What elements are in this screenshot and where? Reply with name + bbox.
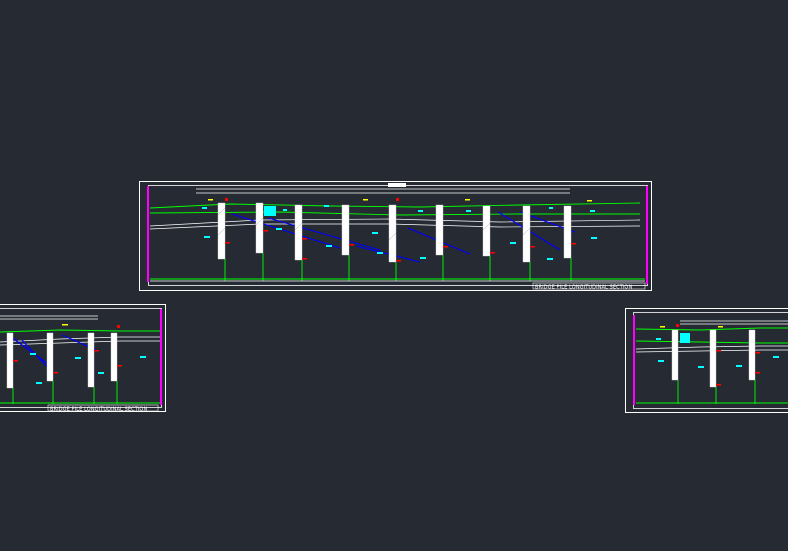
ground-surface-line [0, 329, 160, 333]
pile [46, 332, 54, 382]
stratum-line [267, 217, 381, 251]
pile [748, 329, 756, 381]
stratum-line [355, 245, 421, 263]
ground-surface-line [635, 327, 788, 331]
yellow-markers [208, 199, 592, 202]
pile [87, 332, 95, 388]
pile [341, 204, 350, 256]
pile [388, 204, 397, 263]
title-block-text: BRIDGE PILE LONGITUDINAL SECTION [50, 407, 147, 413]
drawing-sheet-left[interactable]: BRIDGE PILE LONGITUDINAL SECTION [0, 304, 166, 413]
pile [110, 332, 118, 382]
pile [435, 204, 444, 256]
pile [709, 329, 717, 388]
title-block: BRIDGE PILE LONGITUDINAL SECTION [532, 282, 646, 291]
pile [563, 205, 572, 259]
pile-legs [224, 253, 572, 281]
title-block-text: BRIDGE PILE LONGITUDINAL SECTION [535, 285, 632, 291]
cad-model-space[interactable]: BRIDGE PILE LONGITUDINAL SECTION BRIDGE … [0, 0, 788, 551]
pile [482, 205, 491, 257]
pile [671, 329, 679, 381]
pile [255, 202, 264, 254]
drawing-sheet-right[interactable] [625, 308, 788, 413]
dimension-label [388, 183, 406, 187]
stratum-line [231, 213, 341, 249]
pile [6, 332, 14, 389]
pile [294, 204, 303, 261]
drawing-sheet-main[interactable]: BRIDGE PILE LONGITUDINAL SECTION [139, 181, 652, 291]
cad-drawing-canvas[interactable]: BRIDGE PILE LONGITUDINAL SECTION BRIDGE … [0, 0, 788, 551]
